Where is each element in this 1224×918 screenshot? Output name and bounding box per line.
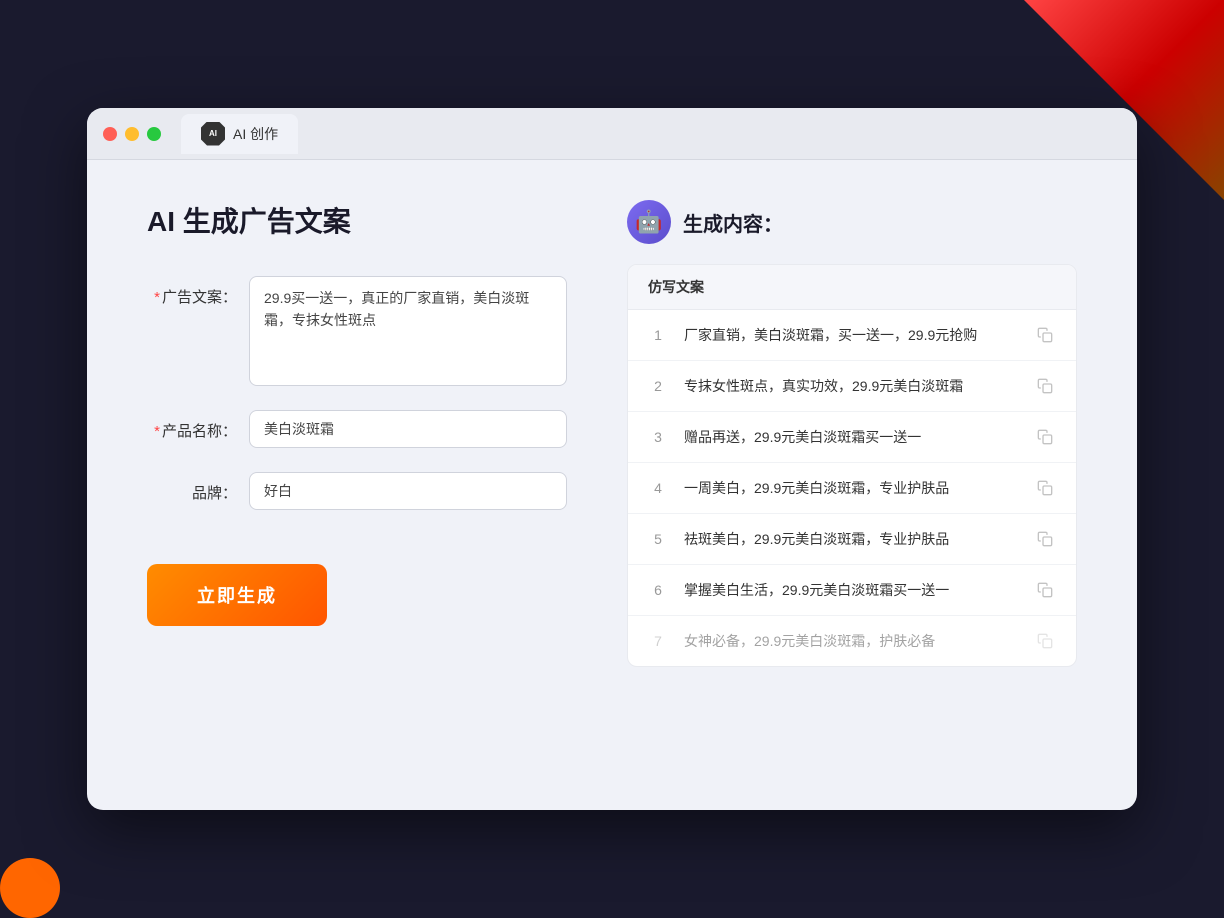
row-text: 专抹女性斑点，真实功效，29.9元美白淡斑霜: [684, 376, 1018, 397]
ad-copy-label: *广告文案：: [147, 276, 237, 307]
brand-row: 品牌：: [147, 472, 567, 510]
row-number: 3: [648, 429, 668, 445]
row-number: 5: [648, 531, 668, 547]
result-row: 2 专抹女性斑点，真实功效，29.9元美白淡斑霜: [628, 361, 1076, 412]
maximize-button[interactable]: [147, 127, 161, 141]
traffic-lights: [103, 127, 161, 141]
copy-icon[interactable]: [1034, 630, 1056, 652]
row-number: 7: [648, 633, 668, 649]
content-area: AI 生成广告文案 *广告文案： *产品名称： 品牌： 立: [87, 160, 1137, 810]
row-number: 1: [648, 327, 668, 343]
ai-tab-icon: [201, 122, 225, 146]
row-number: 2: [648, 378, 668, 394]
right-panel: 生成内容： 仿写文案 1 厂家直销，美白淡斑霜，买一送一，29.9元抢购 2 专抹女…: [627, 200, 1077, 770]
page-title: AI 生成广告文案: [147, 200, 567, 240]
left-panel: AI 生成广告文案 *广告文案： *产品名称： 品牌： 立: [147, 200, 567, 770]
copy-icon[interactable]: [1034, 426, 1056, 448]
copy-icon[interactable]: [1034, 579, 1056, 601]
tab-ai-creation[interactable]: AI 创作: [181, 114, 298, 154]
result-rows-container: 1 厂家直销，美白淡斑霜，买一送一，29.9元抢购 2 专抹女性斑点，真实功效，29…: [628, 310, 1076, 666]
browser-window: AI 创作 AI 生成广告文案 *广告文案： *产品名称：: [87, 108, 1137, 810]
copy-icon[interactable]: [1034, 528, 1056, 550]
result-row: 4 一周美白，29.9元美白淡斑霜，专业护肤品: [628, 463, 1076, 514]
copy-icon[interactable]: [1034, 324, 1056, 346]
result-row: 6 掌握美白生活，29.9元美白淡斑霜买一送一: [628, 565, 1076, 616]
copy-icon[interactable]: [1034, 477, 1056, 499]
generate-button[interactable]: 立即生成: [147, 564, 327, 626]
result-table-header: 仿写文案: [628, 265, 1076, 310]
row-text: 掌握美白生活，29.9元美白淡斑霜买一送一: [684, 580, 1018, 601]
result-row: 3 赠品再送，29.9元美白淡斑霜买一送一: [628, 412, 1076, 463]
required-star-product: *: [154, 423, 160, 440]
close-button[interactable]: [103, 127, 117, 141]
product-name-label: *产品名称：: [147, 410, 237, 441]
row-text: 赠品再送，29.9元美白淡斑霜买一送一: [684, 427, 1018, 448]
row-text: 祛斑美白，29.9元美白淡斑霜，专业护肤品: [684, 529, 1018, 550]
title-bar: AI 创作: [87, 108, 1137, 160]
bg-decoration-bottom-left: [0, 858, 60, 918]
row-number: 4: [648, 480, 668, 496]
ad-copy-row: *广告文案：: [147, 276, 567, 386]
robot-icon: [627, 200, 671, 244]
row-text: 女神必备，29.9元美白淡斑霜，护肤必备: [684, 631, 1018, 652]
brand-input[interactable]: [249, 472, 567, 510]
result-header: 生成内容：: [627, 200, 1077, 244]
product-name-input[interactable]: [249, 410, 567, 448]
row-text: 厂家直销，美白淡斑霜，买一送一，29.9元抢购: [684, 325, 1018, 346]
required-star-ad-copy: *: [154, 289, 160, 306]
brand-label: 品牌：: [147, 472, 237, 503]
tab-label: AI 创作: [233, 124, 278, 144]
result-row: 1 厂家直销，美白淡斑霜，买一送一，29.9元抢购: [628, 310, 1076, 361]
ad-copy-input[interactable]: [249, 276, 567, 386]
product-name-row: *产品名称：: [147, 410, 567, 448]
minimize-button[interactable]: [125, 127, 139, 141]
result-table: 仿写文案 1 厂家直销，美白淡斑霜，买一送一，29.9元抢购 2 专抹女性斑点，真实…: [627, 264, 1077, 667]
row-text: 一周美白，29.9元美白淡斑霜，专业护肤品: [684, 478, 1018, 499]
result-title: 生成内容：: [683, 208, 783, 237]
result-row: 7 女神必备，29.9元美白淡斑霜，护肤必备: [628, 616, 1076, 666]
copy-icon[interactable]: [1034, 375, 1056, 397]
row-number: 6: [648, 582, 668, 598]
result-row: 5 祛斑美白，29.9元美白淡斑霜，专业护肤品: [628, 514, 1076, 565]
